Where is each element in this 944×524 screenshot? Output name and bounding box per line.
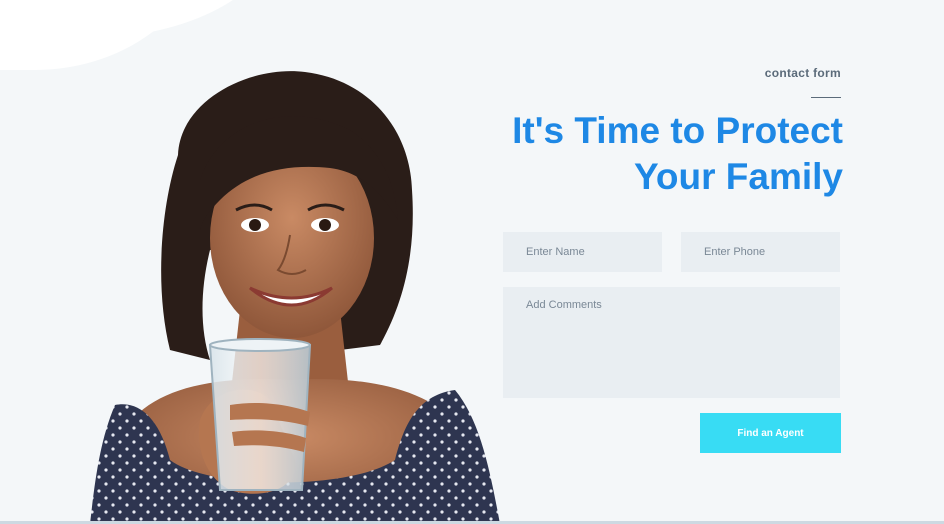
contact-section: contact form It's Time to Protect Your F… [0,0,944,524]
comments-textarea[interactable] [503,287,840,398]
eyebrow-divider [811,97,841,98]
find-agent-button[interactable]: Find an Agent [700,413,841,453]
headline-line-2: Your Family [633,156,843,197]
page-title: It's Time to Protect Your Family [423,108,843,200]
headline-line-1: It's Time to Protect [512,110,843,151]
name-input[interactable] [503,232,662,272]
phone-input[interactable] [681,232,840,272]
section-eyebrow: contact form [764,66,841,80]
